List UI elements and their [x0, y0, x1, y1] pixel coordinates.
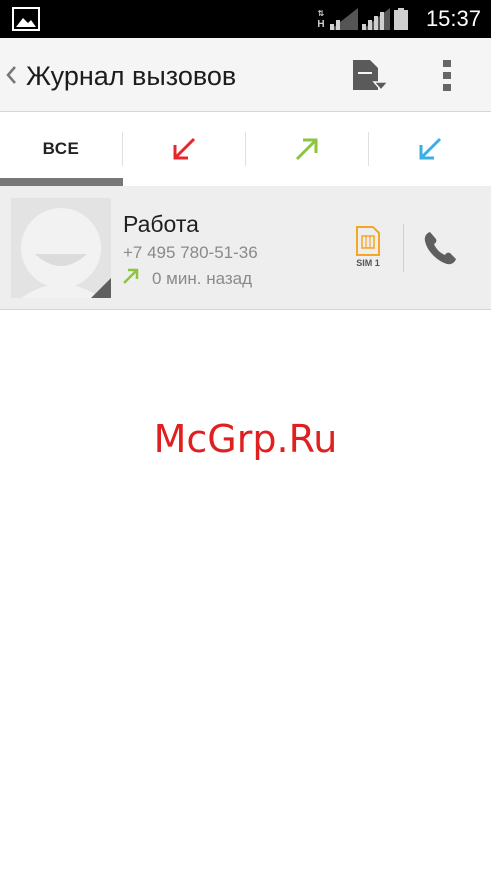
- watermark: McGrp.Ru: [153, 417, 338, 461]
- network-type-indicator: ⇅ H: [314, 8, 328, 30]
- gallery-icon: [12, 7, 40, 31]
- sim-card-icon: [356, 226, 380, 256]
- overflow-menu-icon[interactable]: [440, 58, 454, 94]
- signal-icon: [362, 8, 390, 30]
- tab-all-label: ВСЕ: [42, 139, 80, 158]
- contact-name: Работа: [123, 211, 199, 237]
- status-clock: 15:37: [425, 6, 481, 31]
- call-time: 0 мин. назад: [152, 269, 253, 288]
- call-log-row[interactable]: Работа +7 495 780-51-36 0 мин. назад SIM…: [0, 186, 491, 310]
- tab-outgoing[interactable]: [246, 112, 368, 186]
- outgoing-call-icon: [295, 138, 318, 161]
- back-chevron-icon[interactable]: [4, 64, 18, 86]
- action-bar: Журнал вызовов: [0, 38, 491, 112]
- contact-number: +7 495 780-51-36: [123, 243, 258, 262]
- row-divider: [403, 224, 404, 272]
- incoming-call-icon: [419, 137, 442, 160]
- call-filter-tabs: ВСЕ: [0, 112, 491, 186]
- contact-avatar[interactable]: [11, 198, 111, 298]
- sim-indicator: SIM 1: [352, 226, 384, 274]
- call-phone-icon[interactable]: [420, 228, 462, 268]
- tab-missed[interactable]: [123, 112, 245, 186]
- signal-icon: [330, 8, 358, 30]
- sim-label: SIM 1: [356, 258, 380, 268]
- missed-call-icon: [173, 137, 196, 160]
- default-contact-icon: [11, 198, 111, 298]
- network-type-label: H: [317, 19, 325, 30]
- tab-incoming[interactable]: [369, 112, 491, 186]
- data-arrows-icon: ⇅: [317, 9, 325, 18]
- status-bar: ⇅ H 15:37: [0, 0, 491, 38]
- selected-tab-indicator: [0, 178, 123, 186]
- battery-icon: [394, 8, 408, 30]
- tab-all[interactable]: ВСЕ: [0, 112, 122, 186]
- outgoing-call-icon: [123, 268, 139, 284]
- page-title: Журнал вызовов: [26, 61, 237, 91]
- sim-select-icon[interactable]: [350, 58, 390, 94]
